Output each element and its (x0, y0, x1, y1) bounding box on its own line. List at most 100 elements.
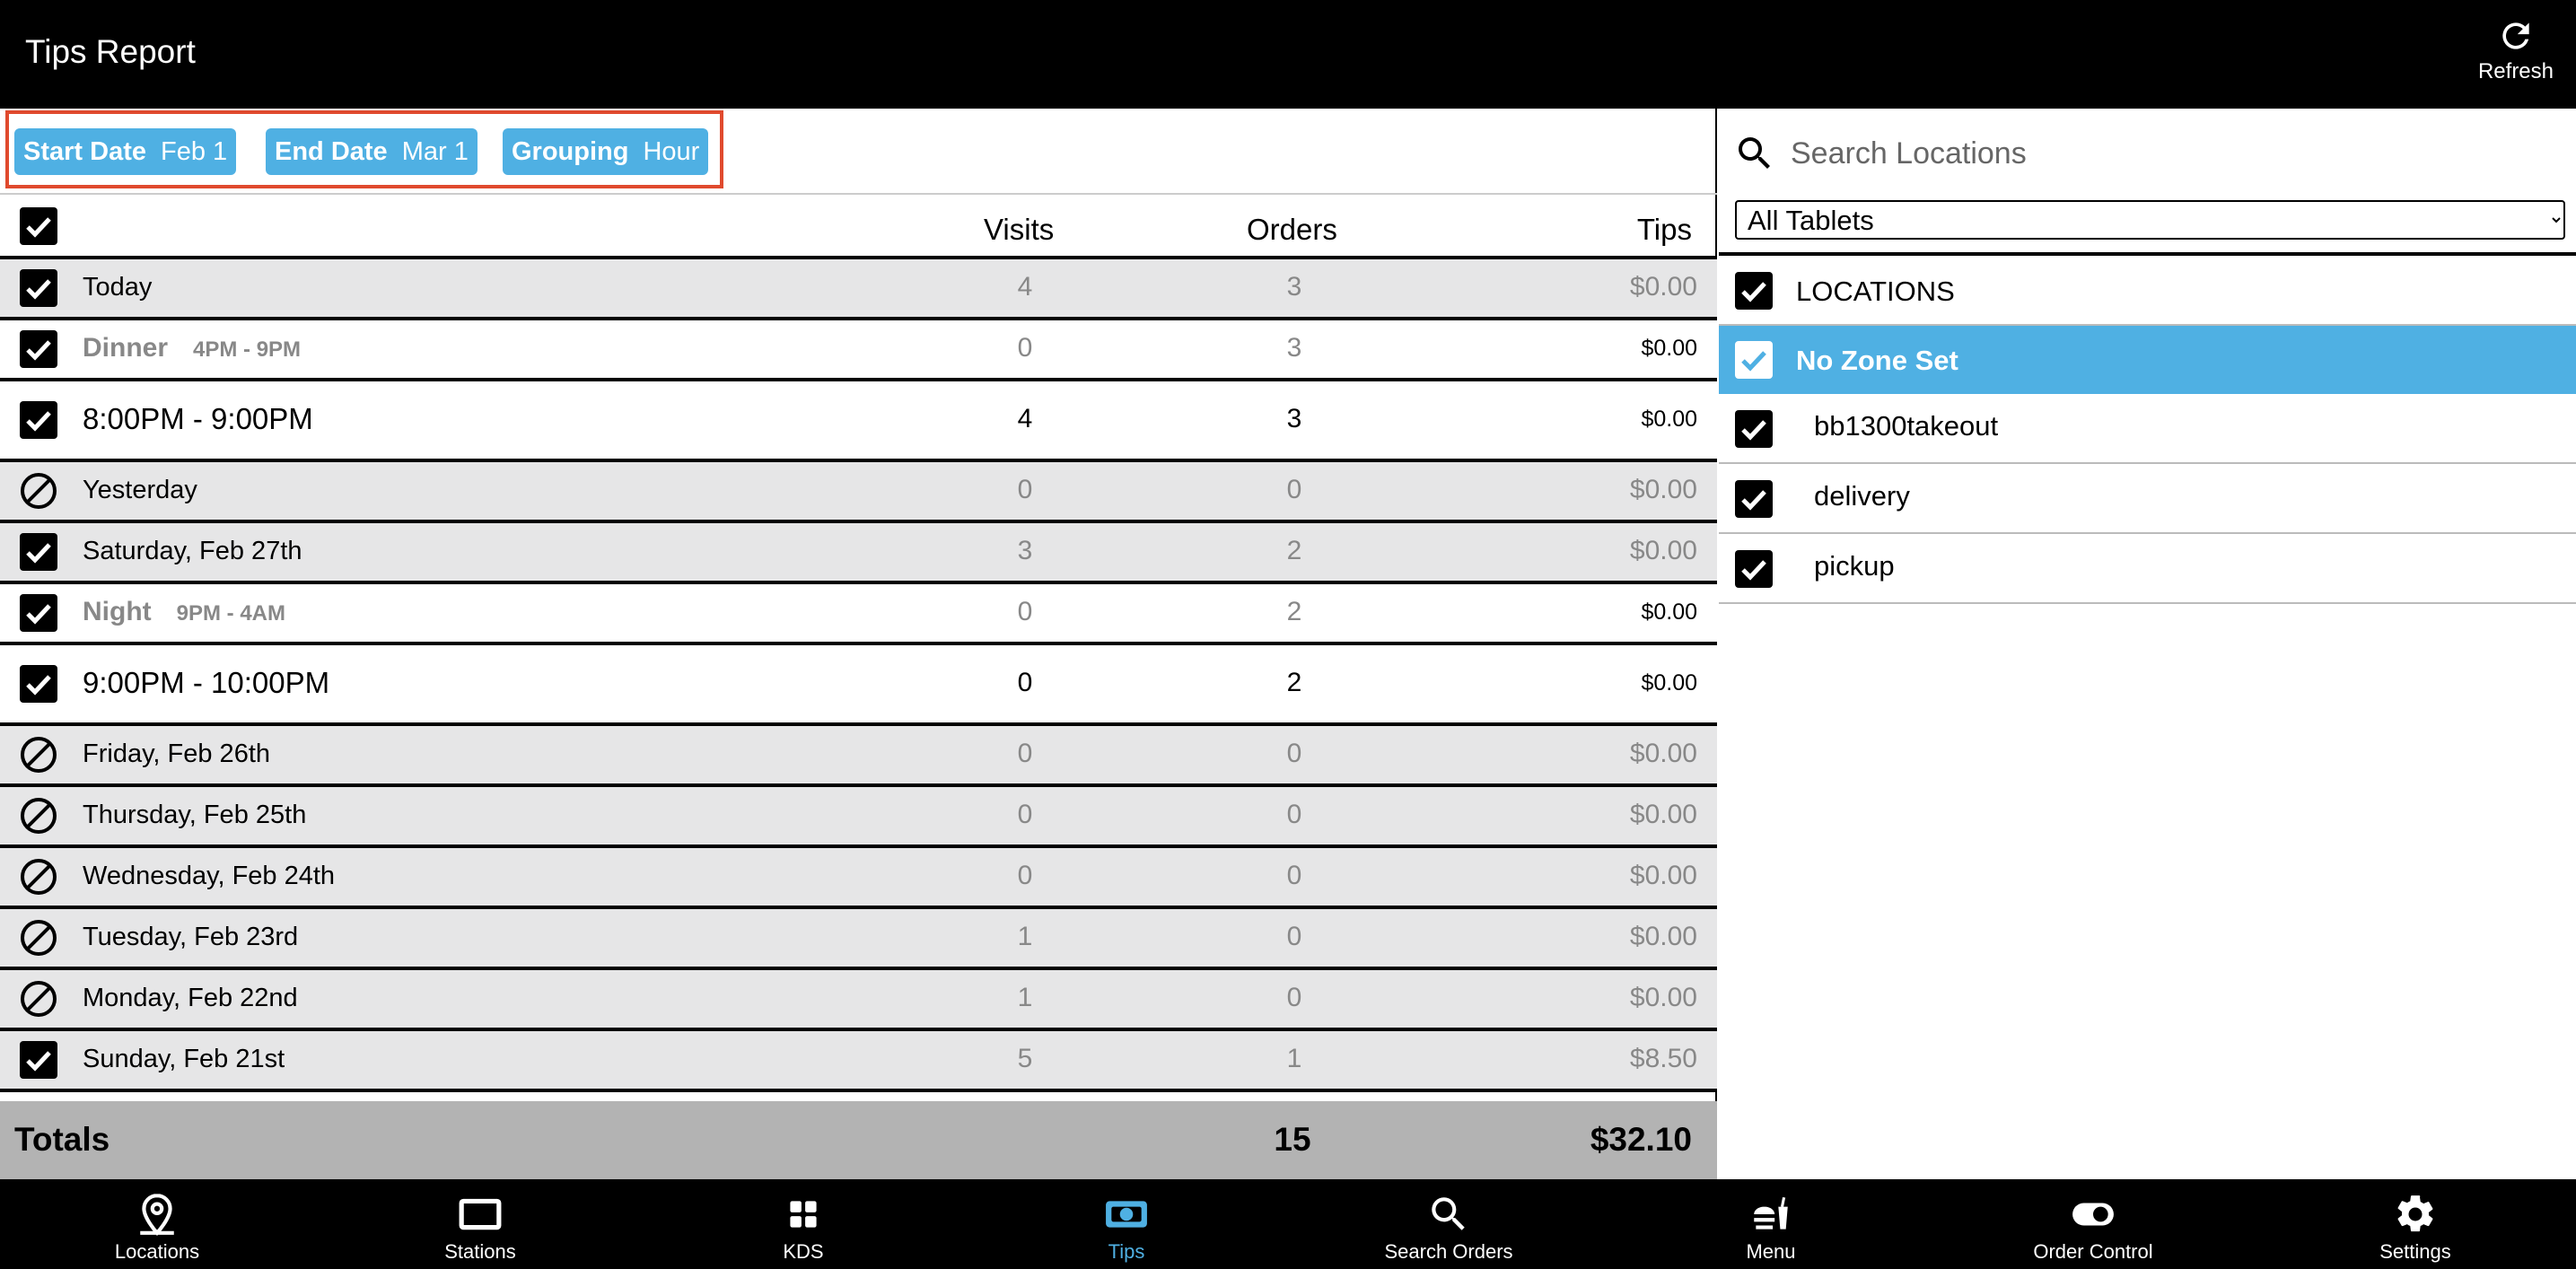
table-row[interactable]: 8:00PM - 9:00PM 4 3 $0.00 (0, 381, 1717, 462)
nav-locations[interactable]: Locations (22, 1179, 292, 1269)
row-label-text: Tuesday, Feb 23rd (83, 922, 299, 951)
table-row[interactable]: 9:00PM - 10:00PM 0 2 $0.00 (0, 645, 1717, 726)
row-tips: $0.00 (1629, 861, 1697, 890)
row-checkbox[interactable] (20, 533, 57, 571)
location-checkbox[interactable] (1735, 410, 1773, 448)
table-row[interactable]: Sunday, Feb 21st 5 1 $8.50 (0, 1031, 1717, 1092)
grouping-button[interactable]: Grouping Hour (503, 128, 709, 175)
row-label: Friday, Feb 26th (83, 740, 295, 769)
nav-tips[interactable]: Tips (992, 1179, 1261, 1269)
row-disabled-indicator (20, 980, 57, 1018)
row-disabled-indicator (20, 736, 57, 774)
row-tips: $0.00 (1629, 536, 1697, 565)
row-label-text: Monday, Feb 22nd (83, 983, 298, 1012)
table-row[interactable]: Friday, Feb 26th 0 0 $0.00 (0, 726, 1717, 787)
nav-search-orders[interactable]: Search Orders (1314, 1179, 1583, 1269)
row-visits: 5 (1017, 1044, 1033, 1073)
row-label: Today (83, 273, 177, 302)
row-orders: 3 (1286, 333, 1302, 363)
search-icon (1739, 137, 1770, 169)
table-row[interactable]: Tuesday, Feb 23rd 1 0 $0.00 (0, 909, 1717, 970)
checkmark-icon (26, 411, 51, 432)
row-disabled-indicator (20, 919, 57, 957)
nav-menu[interactable]: Menu (1636, 1179, 1906, 1269)
row-orders: 0 (1286, 739, 1302, 768)
grid-icon (790, 1201, 817, 1228)
nav-stations[interactable]: Stations (346, 1179, 615, 1269)
row-label: Monday, Feb 22nd (83, 984, 323, 1013)
checkmark-icon (1741, 490, 1766, 511)
location-search (1719, 109, 2576, 198)
table-row[interactable]: Night 9PM - 4AM 0 2 $0.00 (0, 584, 1717, 645)
row-disabled-indicator (20, 797, 57, 835)
nav-kds[interactable]: KDS (669, 1179, 938, 1269)
nav-order-control[interactable]: Order Control (1958, 1179, 2228, 1269)
locations-list: LOCATIONS No Zone Set bb1300takeout deliv… (1719, 252, 2576, 604)
row-checkbox[interactable] (20, 665, 57, 703)
table-row[interactable]: Thursday, Feb 25th 0 0 $0.00 (0, 787, 1717, 848)
table-row[interactable]: Saturday, Feb 27th 3 2 $0.00 (0, 523, 1717, 584)
row-visits: 0 (1017, 861, 1033, 890)
location-checkbox[interactable] (1735, 480, 1773, 518)
refresh-button[interactable]: Refresh (2466, 16, 2565, 84)
row-label: Tuesday, Feb 23rd (83, 923, 323, 952)
checkmark-icon (1741, 282, 1766, 302)
row-label-text: Thursday, Feb 25th (83, 800, 307, 829)
location-item[interactable]: pickup (1719, 534, 2576, 604)
table-row[interactable]: Yesterday 0 0 $0.00 (0, 462, 1717, 523)
table-row[interactable]: Dinner 4PM - 9PM 0 3 $0.00 (0, 320, 1717, 381)
end-date-button[interactable]: End Date Mar 1 (266, 128, 478, 175)
grouping-label: Grouping (512, 137, 629, 166)
nav-label: Search Orders (1384, 1240, 1513, 1263)
row-label: Saturday, Feb 27th (83, 537, 328, 566)
locations-header-row[interactable]: LOCATIONS (1719, 256, 2576, 326)
start-date-value: Feb 1 (161, 137, 228, 166)
not-allowed-icon (21, 798, 57, 834)
table-row[interactable]: Monday, Feb 22nd 1 0 $0.00 (0, 970, 1717, 1031)
table-row[interactable]: Today 4 3 $0.00 (0, 259, 1717, 320)
not-allowed-icon (21, 920, 57, 956)
row-checkbox[interactable] (20, 269, 57, 307)
row-time-range: 9PM - 4AM (176, 601, 285, 626)
row-checkbox[interactable] (20, 1041, 57, 1079)
checkmark-icon (26, 675, 51, 696)
location-item[interactable]: delivery (1719, 464, 2576, 534)
zone-row[interactable]: No Zone Set (1719, 326, 2576, 394)
not-allowed-icon (21, 737, 57, 773)
totals-orders: 15 (1274, 1121, 1311, 1158)
row-orders: 0 (1286, 922, 1302, 951)
toggle-icon (2072, 1203, 2114, 1226)
select-all-checkbox[interactable] (20, 207, 57, 245)
checkmark-icon (26, 340, 51, 361)
row-visits: 3 (1017, 536, 1033, 565)
visits-column-header: Visits (984, 213, 1055, 246)
row-tips: $0.00 (1629, 739, 1697, 768)
row-tips: $0.00 (1629, 922, 1697, 951)
zone-checkbox[interactable] (1735, 341, 1773, 379)
totals-label: Totals (14, 1121, 110, 1158)
start-date-label: Start Date (23, 137, 146, 166)
row-checkbox[interactable] (20, 330, 57, 368)
location-items: bb1300takeout delivery pickup (1719, 394, 2576, 604)
row-checkbox[interactable] (20, 594, 57, 632)
food-icon (1754, 1196, 1788, 1230)
nav-label: Menu (1746, 1240, 1796, 1263)
start-date-button[interactable]: Start Date Feb 1 (14, 128, 237, 175)
location-checkbox[interactable] (1735, 550, 1773, 588)
tablet-filter-select[interactable]: All Tablets (1735, 200, 2565, 240)
refresh-icon (2502, 22, 2529, 49)
map-pin-icon (140, 1194, 174, 1236)
row-checkbox[interactable] (20, 401, 57, 439)
checkmark-icon (26, 604, 51, 625)
nav-settings[interactable]: Settings (2281, 1179, 2550, 1269)
location-name: pickup (1814, 550, 1895, 582)
not-allowed-icon (21, 473, 57, 509)
nav-label: Settings (2379, 1240, 2451, 1263)
location-item[interactable]: bb1300takeout (1719, 394, 2576, 464)
table-row[interactable]: Wednesday, Feb 24th 0 0 $0.00 (0, 848, 1717, 909)
search-locations-input[interactable] (1791, 127, 2545, 180)
locations-checkbox[interactable] (1735, 272, 1773, 310)
row-label: Sunday, Feb 21st (83, 1045, 310, 1074)
locations-header-label: LOCATIONS (1796, 276, 1955, 307)
row-visits: 0 (1017, 668, 1033, 697)
